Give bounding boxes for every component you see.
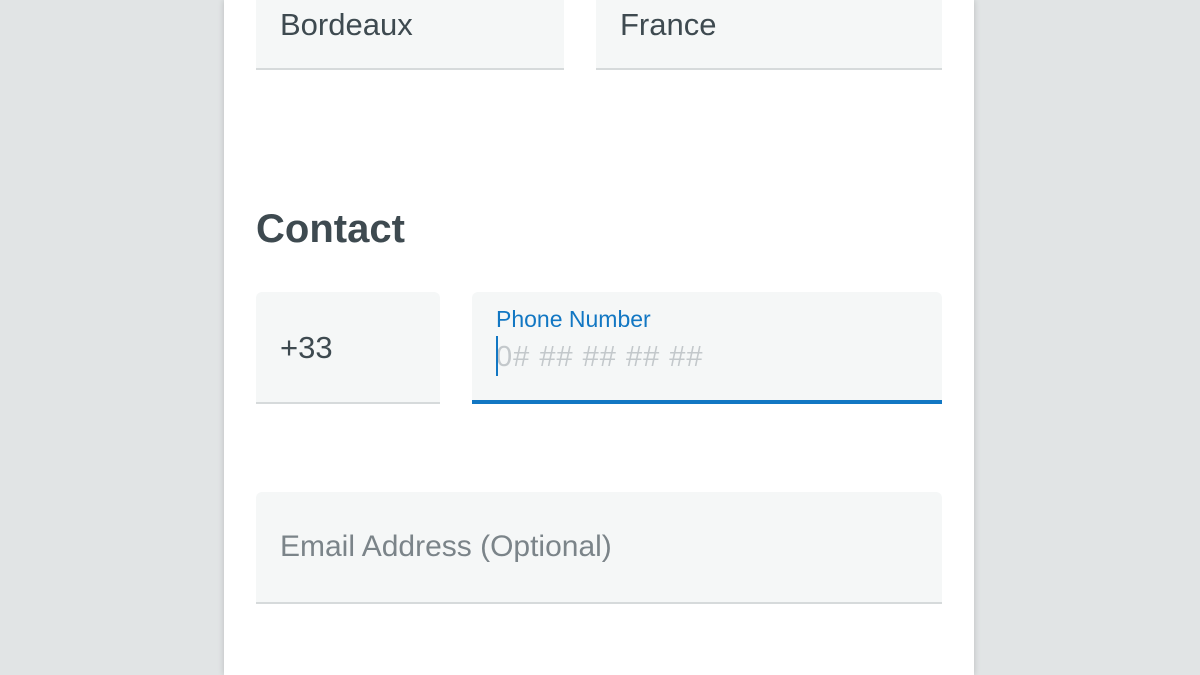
form-card: Bordeaux France Contact +33 Phone Number…: [224, 0, 974, 675]
phone-number-label: Phone Number: [496, 306, 651, 332]
email-field[interactable]: Email Address (Optional): [256, 492, 942, 604]
phone-number-mask: 0# ## ## ## ##: [496, 341, 704, 373]
city-field[interactable]: Bordeaux: [256, 0, 564, 70]
city-value: Bordeaux: [280, 7, 413, 42]
dial-code-field[interactable]: +33: [256, 292, 440, 404]
country-field[interactable]: France: [596, 0, 942, 70]
phone-number-field[interactable]: Phone Number 0# ## ## ## ##: [472, 292, 942, 404]
country-value: France: [620, 7, 717, 42]
text-caret: [496, 336, 498, 376]
dial-code-value: +33: [280, 330, 333, 365]
contact-section-title: Contact: [256, 207, 405, 251]
email-placeholder: Email Address (Optional): [280, 530, 612, 563]
